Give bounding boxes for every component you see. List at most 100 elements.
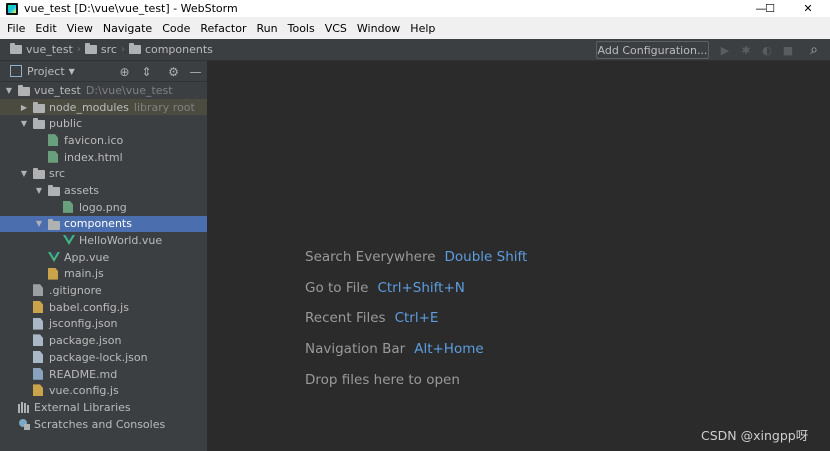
chevron-down-icon[interactable]: ▼ — [69, 67, 75, 76]
tree-item-label: public — [49, 117, 82, 130]
file-name: vue_test — [34, 83, 81, 97]
js-file-icon — [33, 384, 43, 397]
hint-shortcut: Ctrl+E — [394, 310, 439, 327]
hint-label: Recent Files — [305, 310, 386, 327]
menu-run[interactable]: Run — [253, 22, 282, 35]
hint-search-everywhere: Search Everywhere Double Shift — [305, 249, 527, 280]
menu-navigate[interactable]: Navigate — [99, 22, 156, 35]
project-view-icon — [10, 65, 22, 77]
folder-icon — [84, 43, 97, 54]
hide-panel-icon[interactable]: — — [189, 65, 202, 79]
tree-item-external-libraries[interactable]: External Libraries — [0, 399, 207, 416]
breadcrumb-vue-test[interactable]: vue_test — [10, 43, 73, 56]
tree-item-node-modules[interactable]: ▶ node_modules library root — [0, 98, 207, 116]
tree-item-babel-config-js[interactable]: babel.config.js — [0, 299, 207, 316]
folder-icon — [10, 43, 22, 54]
debug-icon[interactable]: ✱ — [739, 43, 753, 57]
tree-item-label: src — [49, 167, 65, 180]
menu-file[interactable]: File — [3, 22, 29, 35]
chevron-right-icon[interactable]: ▶ — [19, 103, 29, 112]
tree-item-scratches-and-consoles[interactable]: Scratches and Consoles — [0, 416, 207, 433]
image-file-icon — [63, 200, 73, 213]
run-icon[interactable]: ▶ — [718, 43, 732, 57]
tree-item-readme-md[interactable]: README.md — [0, 366, 207, 383]
editor-area[interactable]: Search Everywhere Double Shift Go to Fil… — [209, 61, 830, 451]
file-name: Scratches and Consoles — [34, 417, 166, 431]
tree-item-app-vue[interactable]: App.vue — [0, 249, 207, 266]
chevron-down-icon[interactable]: ▼ — [19, 119, 29, 128]
file-name: App.vue — [64, 250, 110, 264]
chevron-down-icon[interactable]: ▼ — [34, 186, 44, 195]
json-file-icon — [33, 317, 43, 330]
project-tool-window: Project ▼ ⊕ ⇕ ⚙ — ▼ vue_test D:\vue\vue_te… — [0, 61, 208, 451]
tree-item-label: App.vue — [64, 251, 109, 264]
tree-item-label: babel.config.js — [49, 301, 129, 314]
chevron-down-icon[interactable]: ▼ — [4, 86, 14, 95]
breadcrumb-label: vue_test — [26, 43, 73, 56]
tree-item-label: README.md — [49, 368, 117, 381]
menu-window[interactable]: Window — [353, 22, 404, 35]
json-file-icon — [33, 334, 43, 347]
chevron-down-icon[interactable]: ▼ — [34, 219, 44, 228]
tree-item-label: package.json — [49, 334, 121, 347]
breadcrumb-src[interactable]: src — [84, 43, 117, 56]
menu-help[interactable]: Help — [406, 22, 439, 35]
gear-icon[interactable]: ⚙ — [167, 65, 180, 79]
menu-view[interactable]: View — [63, 22, 97, 35]
menu-vcs[interactable]: VCS — [321, 22, 351, 35]
tree-item-public[interactable]: ▼ public — [0, 115, 207, 132]
tree-item-label: .gitignore — [49, 284, 102, 297]
add-configuration-button[interactable]: Add Configuration... — [596, 41, 709, 59]
stop-icon[interactable]: ■ — [781, 43, 795, 57]
vue-file-icon — [48, 251, 60, 262]
breadcrumb-separator: › — [76, 44, 81, 55]
file-name: index.html — [64, 150, 123, 164]
tree-item-label: main.js — [64, 267, 104, 280]
locate-file-icon[interactable]: ⊕ — [118, 65, 131, 79]
collapse-all-icon[interactable]: ⇕ — [140, 65, 153, 79]
tree-item-index-html[interactable]: index.html — [0, 149, 207, 166]
folder-icon — [33, 168, 45, 180]
tree-item-label: vue.config.js — [49, 384, 119, 397]
breadcrumb-components[interactable]: components — [128, 43, 213, 56]
tree-item-label: logo.png — [79, 201, 127, 214]
tree-item-favicon-ico[interactable]: favicon.ico — [0, 132, 207, 149]
tree-item-components[interactable]: ▼ components — [0, 215, 207, 233]
search-icon[interactable]: ⌕ — [807, 42, 821, 58]
js-file-icon — [48, 267, 58, 280]
file-name: public — [49, 117, 83, 131]
tree-item-jsconfig-json[interactable]: jsconfig.json — [0, 316, 207, 333]
file-name: External Libraries — [34, 400, 131, 414]
chevron-down-icon[interactable]: ▼ — [19, 169, 29, 178]
tree-item-label: components — [64, 217, 132, 230]
tree-item-src[interactable]: ▼ src — [0, 165, 207, 182]
navigation-bar: vue_test › src › components Add Configur… — [0, 39, 830, 61]
tree-item-logo-png[interactable]: logo.png — [0, 199, 207, 216]
editor-empty-hints: Search Everywhere Double Shift Go to Fil… — [305, 249, 527, 402]
tree-item-gitignore[interactable]: .gitignore — [0, 282, 207, 299]
folder-icon — [128, 43, 141, 54]
tree-item-main-js[interactable]: main.js — [0, 266, 207, 283]
tree-item-assets[interactable]: ▼ assets — [0, 182, 207, 199]
image-file-icon — [48, 134, 58, 147]
folder-icon — [33, 101, 45, 113]
coverage-icon[interactable]: ◐ — [760, 43, 774, 57]
tree-item-vue-test[interactable]: ▼ vue_test D:\vue\vue_test — [0, 82, 207, 99]
tree-item-label: node_modules library root — [49, 101, 195, 114]
tree-item-package-lock-json[interactable]: package-lock.json — [0, 349, 207, 366]
watermark: CSDN @xingpp呀 — [701, 428, 809, 443]
menu-code[interactable]: Code — [158, 22, 194, 35]
tree-item-helloworld-vue[interactable]: HelloWorld.vue — [0, 232, 207, 249]
project-panel-title[interactable]: Project — [27, 65, 65, 78]
tree-item-package-json[interactable]: package.json — [0, 332, 207, 349]
close-icon[interactable]: ✕ — [785, 0, 830, 17]
menu-tools[interactable]: Tools — [284, 22, 319, 35]
hint-shortcut: Ctrl+Shift+N — [377, 279, 465, 296]
project-panel-header: Project ▼ ⊕ ⇕ ⚙ — — [0, 61, 207, 82]
file-name: HelloWorld.vue — [79, 234, 163, 248]
menu-edit[interactable]: Edit — [31, 22, 60, 35]
file-name: main.js — [64, 267, 104, 281]
hint-shortcut: Alt+Home — [414, 341, 484, 358]
tree-item-vue-config-js[interactable]: vue.config.js — [0, 382, 207, 399]
menu-refactor[interactable]: Refactor — [196, 22, 250, 35]
